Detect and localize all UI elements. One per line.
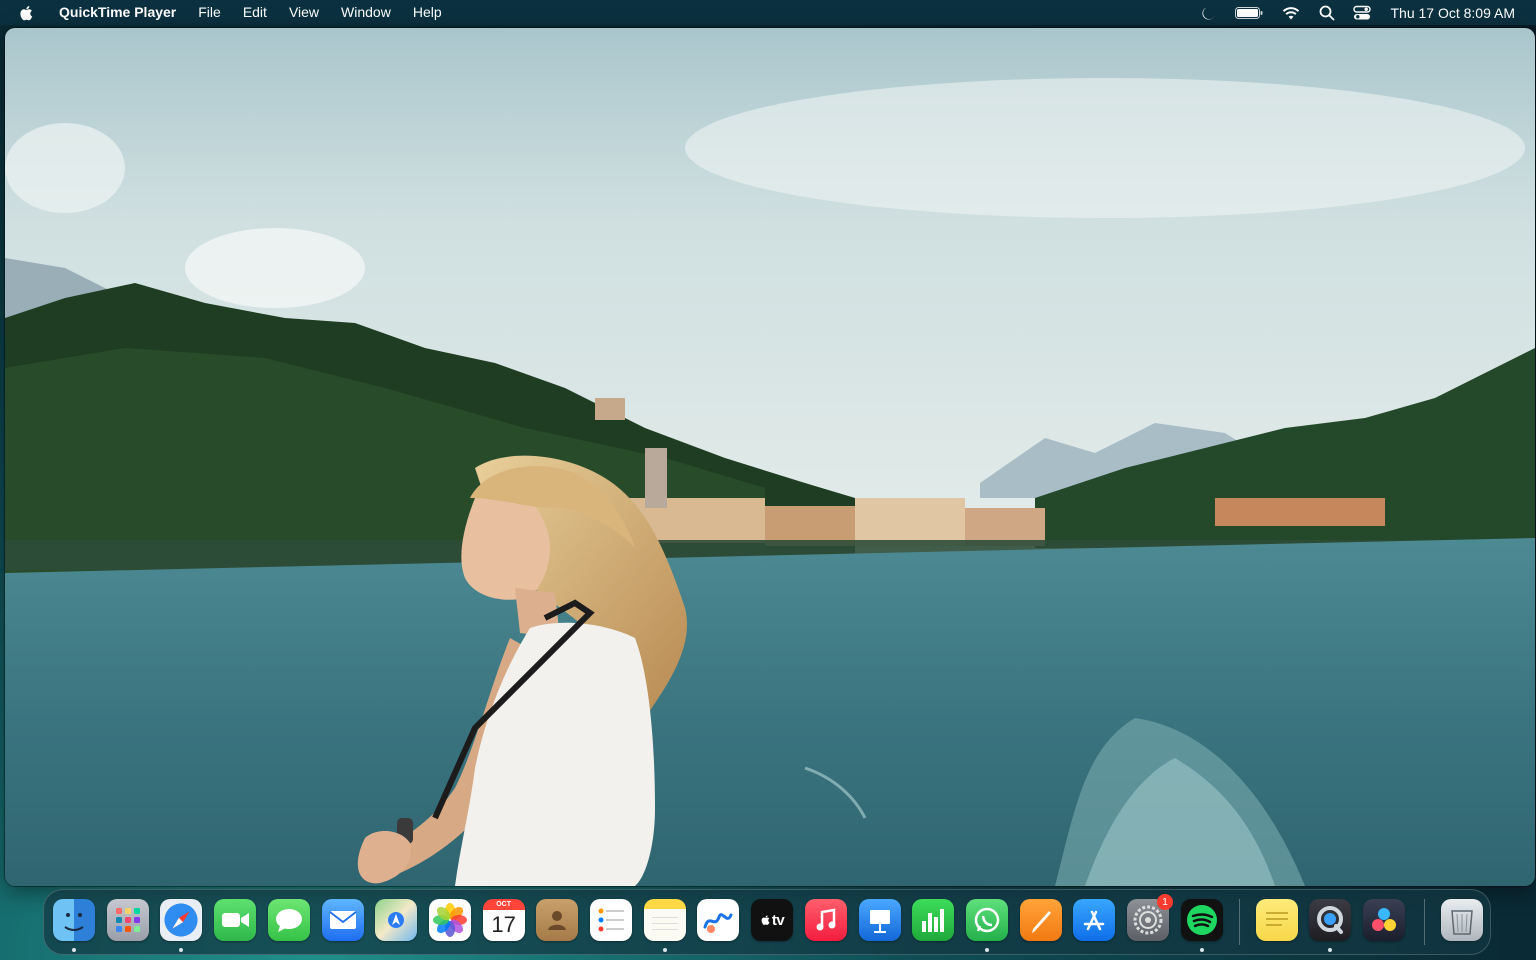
apple-tv-label: tv <box>771 911 785 929</box>
dock-item-spotify[interactable] <box>1180 899 1223 941</box>
menubar-clock[interactable]: Thu 17 Oct 8:09 AM <box>1380 0 1524 25</box>
spotlight-search-icon <box>1320 5 1335 20</box>
control-center-icon <box>1353 5 1372 19</box>
keynote-icon-glyph <box>869 910 890 933</box>
numbers-icon-glyph <box>922 909 945 932</box>
running-indicator <box>1199 948 1204 952</box>
app-store-icon-glyph <box>1084 910 1105 931</box>
dock-separator <box>1239 899 1240 945</box>
lake-water <box>5 538 1535 886</box>
launchpad-icon-glyph <box>115 908 140 932</box>
dock-item-trash[interactable] <box>1441 899 1483 941</box>
app-menu-quicktime[interactable]: QuickTime Player <box>48 0 187 25</box>
notification-badge: 1 <box>1157 894 1173 910</box>
music-icon-glyph <box>816 908 836 931</box>
dock-separator <box>1424 899 1425 945</box>
contacts-icon-glyph <box>548 911 567 930</box>
davinci-resolve-icon-glyph <box>1372 908 1396 931</box>
dock-item-quicktime[interactable] <box>1309 899 1351 941</box>
dock-item-facetime[interactable] <box>214 899 257 941</box>
photos-icon-glyph <box>432 903 467 937</box>
dock-item-calendar[interactable]: OCT 17 <box>482 899 525 941</box>
menu-window[interactable]: Window <box>330 0 402 25</box>
running-indicator <box>179 948 184 952</box>
moon-focus-icon <box>1202 6 1216 20</box>
finder-icon-glyph <box>64 913 84 931</box>
whatsapp-icon-glyph <box>974 907 1000 933</box>
dock-item-messages[interactable] <box>267 899 310 941</box>
dock-item-stickies[interactable] <box>1256 899 1298 941</box>
dock-item-launchpad[interactable] <box>106 899 149 941</box>
dock: OCT 17 tv 1 <box>43 889 1491 955</box>
control-center-button[interactable] <box>1344 0 1380 25</box>
menu-help[interactable]: Help <box>402 0 453 25</box>
dock-item-maps[interactable] <box>375 899 418 941</box>
facetime-icon-glyph <box>222 913 250 927</box>
running-indicator <box>1328 948 1332 952</box>
dock-item-freeform[interactable] <box>697 899 740 941</box>
calendar-month-label: OCT <box>496 901 511 908</box>
spotlight-button[interactable] <box>1310 0 1344 25</box>
menu-edit[interactable]: Edit <box>232 0 278 25</box>
dock-item-whatsapp[interactable] <box>965 899 1008 941</box>
apple-logo-icon <box>761 915 770 925</box>
running-indicator <box>72 948 76 952</box>
dock-item-safari[interactable] <box>160 899 203 941</box>
dock-item-numbers[interactable] <box>912 899 955 941</box>
running-indicator <box>662 948 667 952</box>
menu-file[interactable]: File <box>187 0 232 25</box>
dock-item-apple-tv[interactable]: tv <box>751 899 794 941</box>
dock-item-photos[interactable] <box>428 899 471 941</box>
safari-icon-glyph <box>172 911 190 929</box>
dock-item-mail[interactable] <box>321 899 364 941</box>
messages-icon-glyph <box>275 909 302 932</box>
notes-icon-glyph <box>651 917 678 930</box>
wifi-status[interactable] <box>1272 0 1310 25</box>
dock-item-davinci-resolve[interactable] <box>1363 899 1405 941</box>
dock-item-contacts[interactable] <box>536 899 579 941</box>
focus-status[interactable] <box>1192 0 1226 25</box>
video-frame <box>5 28 1535 886</box>
running-indicator <box>984 948 989 952</box>
dock-item-reminders[interactable] <box>590 899 632 941</box>
reminders-icon-glyph <box>598 908 624 932</box>
freeform-icon-glyph <box>703 913 733 933</box>
menu-view[interactable]: View <box>278 0 330 25</box>
dock-item-music[interactable] <box>804 899 847 941</box>
wifi-icon <box>1283 6 1300 19</box>
dock-item-finder[interactable] <box>53 899 95 941</box>
quicktime-icon-glyph <box>1317 906 1343 934</box>
battery-icon <box>1235 6 1263 19</box>
dock-item-app-store[interactable] <box>1073 899 1116 941</box>
menu-bar: QuickTime Player File Edit View Window H… <box>0 0 1536 25</box>
trash-icon-glyph <box>1451 910 1473 935</box>
maps-icon-glyph <box>388 912 405 928</box>
battery-status[interactable] <box>1226 0 1272 25</box>
quicktime-video-window[interactable] <box>5 28 1535 886</box>
mail-icon-glyph <box>328 911 357 929</box>
dock-item-notes[interactable] <box>643 899 686 941</box>
apple-logo-icon[interactable] <box>18 4 36 22</box>
stickies-icon-glyph <box>1266 912 1288 926</box>
calendar-day-label: 17 <box>491 912 516 937</box>
dock-item-pages[interactable] <box>1019 899 1062 941</box>
dock-item-keynote[interactable] <box>858 899 901 941</box>
pages-icon-glyph <box>1031 911 1051 933</box>
spotify-icon-glyph <box>1186 905 1217 935</box>
